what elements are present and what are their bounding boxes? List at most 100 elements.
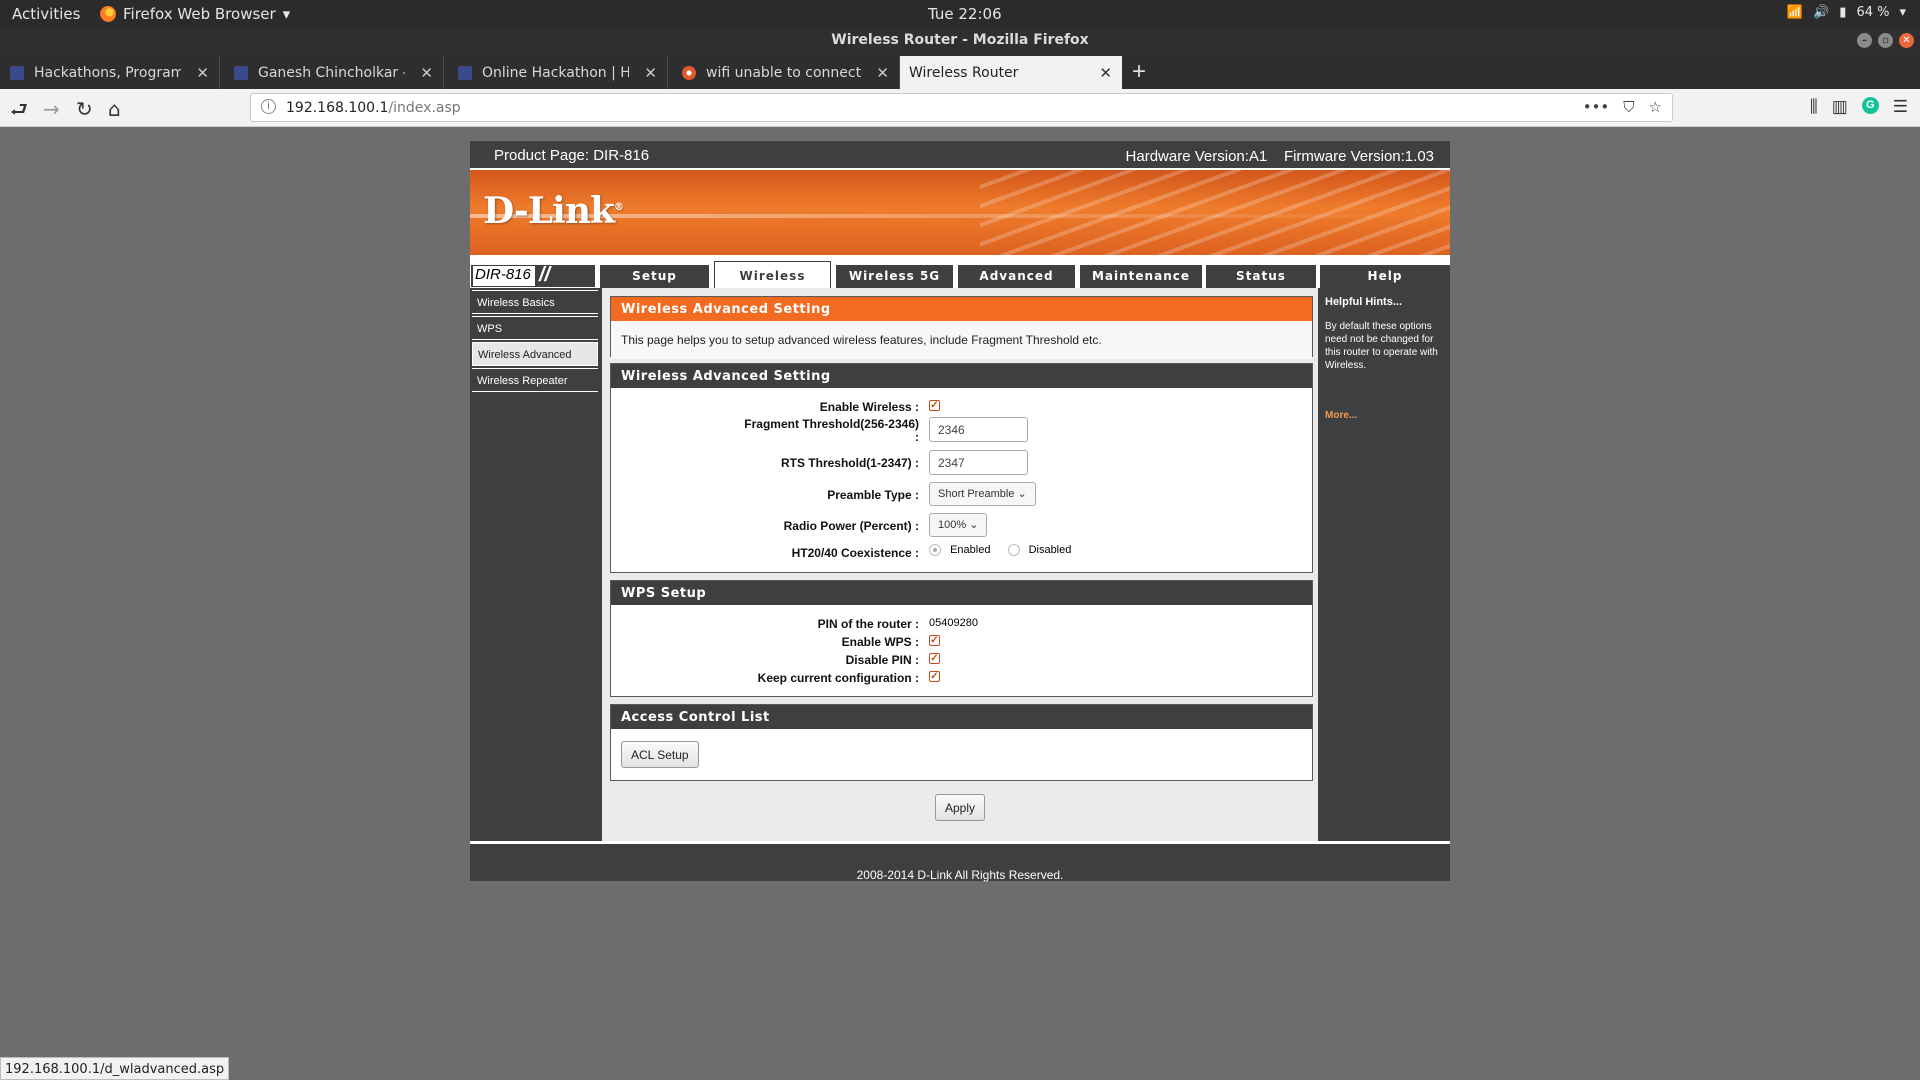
- close-tab-icon[interactable]: ✕: [420, 64, 433, 82]
- close-tab-icon[interactable]: ✕: [876, 64, 889, 82]
- rts-threshold-input[interactable]: 2347: [929, 450, 1028, 475]
- close-window-button[interactable]: ✕: [1899, 33, 1914, 48]
- hints-more-link[interactable]: More...: [1325, 410, 1445, 421]
- back-button[interactable]: ⮐: [10, 95, 28, 129]
- advanced-settings-section: Wireless Advanced Setting Enable Wireles…: [610, 363, 1313, 573]
- nav-tab-wireless-5g[interactable]: Wireless 5G: [836, 265, 953, 288]
- nav-tab-wireless[interactable]: Wireless: [714, 261, 831, 288]
- browser-tab[interactable]: wifi unable to connect to ✕: [672, 56, 900, 89]
- intro-title: Wireless Advanced Setting: [611, 297, 1312, 321]
- site-favicon-icon: [10, 66, 24, 80]
- browser-tab-active[interactable]: Wireless Router ✕: [900, 56, 1122, 89]
- close-tab-icon[interactable]: ✕: [196, 64, 209, 82]
- new-tab-button[interactable]: +: [1132, 58, 1146, 86]
- enable-wps-label: Enable WPS :: [841, 635, 919, 649]
- nav-tab-status[interactable]: Status: [1206, 265, 1316, 288]
- tab-strip: Hackathons, Programmi ✕ Ganesh Chincholk…: [0, 54, 1920, 89]
- sidebar-item-wireless-repeater[interactable]: Wireless Repeater: [472, 368, 598, 392]
- battery-percent: 64 %: [1856, 5, 1890, 20]
- hints-title: Helpful Hints...: [1325, 296, 1402, 308]
- reload-button[interactable]: ↻: [76, 97, 93, 121]
- address-bar[interactable]: i 192.168.100.1/index.asp ••• ⛉ ☆: [250, 93, 1673, 122]
- volume-icon: 🔊: [1813, 5, 1830, 20]
- tab-label: Online Hackathon | Hack: [482, 65, 629, 81]
- browser-tab[interactable]: Ganesh Chincholkar - Edi ✕: [224, 56, 444, 89]
- browser-tab[interactable]: Hackathons, Programmi ✕: [0, 56, 220, 89]
- rts-threshold-label: RTS Threshold(1-2347) :: [780, 456, 919, 470]
- sidebar-item-wps[interactable]: WPS: [472, 316, 598, 340]
- model-badge: DIR-816 //: [470, 264, 596, 288]
- section-title: Wireless Advanced Setting: [611, 364, 1312, 388]
- caret-down-icon: ▾: [282, 5, 291, 23]
- app-menu-label: Firefox Web Browser: [123, 5, 276, 23]
- preamble-type-label: Preamble Type :: [827, 488, 919, 502]
- keep-config-checkbox[interactable]: ✓: [929, 671, 940, 682]
- left-sidebar: Wireless Basics WPS Wireless Advanced Wi…: [470, 288, 600, 841]
- nav-tab-setup[interactable]: Setup: [600, 265, 709, 288]
- page-actions-icon[interactable]: •••: [1583, 98, 1610, 116]
- clock[interactable]: Tue 22:06: [928, 5, 1002, 23]
- router-content: Wireless Basics WPS Wireless Advanced Wi…: [470, 288, 1450, 841]
- coexistence-enabled-radio[interactable]: [929, 544, 941, 557]
- sidebar-item-wireless-basics[interactable]: Wireless Basics: [472, 290, 598, 314]
- nav-tab-advanced[interactable]: Advanced: [958, 265, 1075, 288]
- disable-pin-checkbox[interactable]: ✓: [929, 653, 940, 664]
- keep-config-label: Keep current configuration :: [757, 671, 919, 685]
- bookmark-star-icon[interactable]: ☆: [1649, 98, 1662, 116]
- url-host: 192.168.100.1: [286, 100, 389, 116]
- firefox-icon: [100, 6, 116, 22]
- apply-button[interactable]: Apply: [934, 794, 986, 821]
- chevron-down-icon: ⌄: [1017, 488, 1027, 500]
- forward-button[interactable]: →: [43, 97, 60, 121]
- grammarly-icon[interactable]: G: [1861, 97, 1879, 114]
- dlink-banner: D-Link®: [470, 170, 1450, 258]
- router-nav: DIR-816 // Setup Wireless Wireless 5G Ad…: [470, 258, 1450, 288]
- home-button[interactable]: ⌂: [108, 97, 121, 121]
- url-path: /index.asp: [388, 100, 461, 116]
- enable-wps-checkbox[interactable]: ✓: [929, 635, 940, 646]
- tab-label: Wireless Router: [909, 65, 1019, 81]
- wifi-icon: 📶: [1786, 5, 1804, 20]
- nav-tab-help[interactable]: Help: [1320, 265, 1450, 288]
- enable-wireless-label: Enable Wireless :: [819, 400, 919, 414]
- site-info-icon[interactable]: i: [261, 99, 276, 114]
- router-page: Product Page: DIR-816 Hardware Version:A…: [470, 141, 1450, 882]
- sidebar-item-wireless-advanced[interactable]: Wireless Advanced: [472, 342, 598, 366]
- menu-icon[interactable]: ☰: [1893, 97, 1908, 117]
- fragment-threshold-input[interactable]: 2346: [929, 417, 1028, 442]
- sidebar-icon[interactable]: ▥: [1832, 97, 1848, 117]
- intro-text: This page helps you to setup advanced wi…: [611, 321, 1312, 359]
- section-title: Access Control List: [611, 705, 1312, 729]
- caret-down-icon: ▾: [1899, 5, 1906, 20]
- intro-section: Wireless Advanced Setting This page help…: [610, 296, 1313, 359]
- product-page-label: Product Page: DIR-816: [494, 147, 650, 164]
- copyright-text: 2008-2014 D-Link All Rights Reserved.: [856, 868, 1064, 882]
- address-url[interactable]: 192.168.100.1/index.asp: [286, 100, 461, 116]
- browser-tab[interactable]: Online Hackathon | Hack ✕: [448, 56, 668, 89]
- close-tab-icon[interactable]: ✕: [644, 64, 657, 82]
- acl-setup-button[interactable]: ACL Setup: [621, 741, 699, 768]
- radio-power-select[interactable]: 100% ⌄: [929, 513, 988, 537]
- version-info: Hardware Version:A1 Firmware Version:1.0…: [1125, 148, 1434, 165]
- router-footer: 2008-2014 D-Link All Rights Reserved.: [470, 841, 1450, 882]
- pocket-icon[interactable]: ⛉: [1623, 98, 1634, 116]
- nav-tab-maintenance[interactable]: Maintenance: [1080, 265, 1202, 288]
- activities-button[interactable]: Activities: [12, 5, 80, 23]
- maximize-button[interactable]: ▫: [1878, 33, 1893, 48]
- library-icon[interactable]: ⫼: [1810, 97, 1818, 117]
- coexistence-disabled-radio[interactable]: [1007, 544, 1020, 557]
- preamble-type-value: Short Preamble: [938, 488, 1015, 500]
- tab-label: Hackathons, Programmi: [34, 65, 181, 81]
- dlink-logo: D-Link®: [483, 190, 624, 232]
- tab-label: Ganesh Chincholkar - Edi: [258, 65, 405, 81]
- navigation-bar: ⮐ → ↻ ⌂ i 192.168.100.1/index.asp ••• ⛉ …: [0, 89, 1920, 127]
- minimize-button[interactable]: –: [1857, 33, 1872, 48]
- model-name: DIR-816: [473, 266, 535, 286]
- system-tray[interactable]: 📶 🔊 ▮ 64 % ▾: [1787, 5, 1906, 20]
- window-title: Wireless Router - Mozilla Firefox: [831, 32, 1089, 48]
- app-menu[interactable]: Firefox Web Browser ▾: [100, 5, 290, 23]
- preamble-type-select[interactable]: Short Preamble ⌄: [929, 482, 1036, 506]
- disable-pin-label: Disable PIN :: [845, 653, 919, 667]
- enable-wireless-checkbox[interactable]: ✓: [929, 400, 940, 411]
- close-tab-icon[interactable]: ✕: [1099, 64, 1112, 82]
